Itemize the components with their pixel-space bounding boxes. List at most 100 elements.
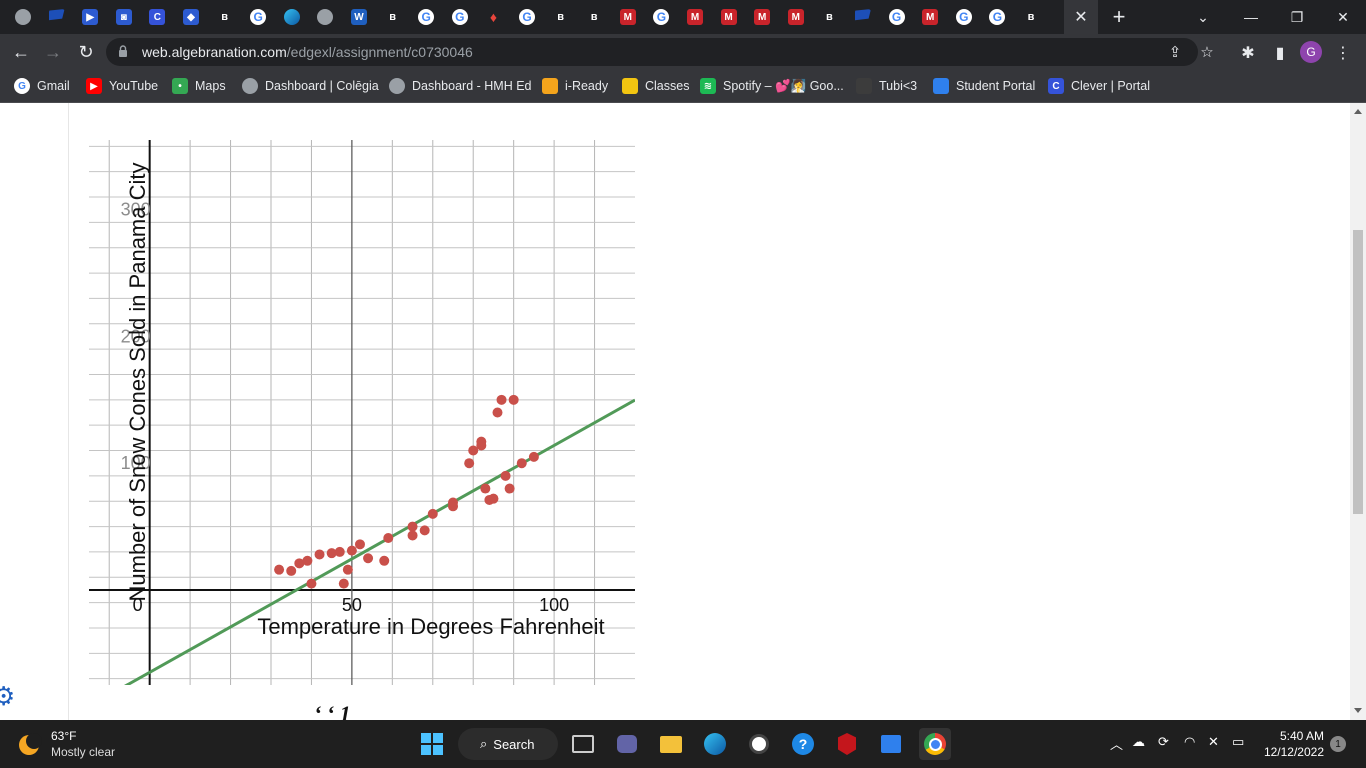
- browser-tab[interactable]: G: [516, 6, 538, 28]
- browser-tab[interactable]: G: [886, 6, 908, 28]
- data-point: [488, 493, 499, 504]
- bookmark-item[interactable]: Dashboard - HMH Ed: [389, 77, 532, 95]
- minimize-button[interactable]: —: [1228, 0, 1274, 34]
- browser-tab[interactable]: ◆: [180, 6, 202, 28]
- wifi-icon[interactable]: ◠: [1184, 734, 1195, 750]
- bookmark-item[interactable]: G Gmail: [14, 77, 70, 95]
- browser-tab[interactable]: W: [348, 6, 370, 28]
- bookmark-item[interactable]: ▶ YouTube: [86, 77, 158, 95]
- active-tab[interactable]: ✕: [1064, 0, 1098, 34]
- close-window-button[interactable]: ✕: [1320, 0, 1366, 34]
- help-icon[interactable]: ?: [787, 728, 819, 760]
- extensions-icon[interactable]: ✱: [1238, 43, 1258, 63]
- back-button[interactable]: ←: [8, 39, 34, 65]
- bookmark-item[interactable]: i-Ready: [542, 77, 608, 95]
- scroll-down-arrow-icon[interactable]: [1354, 708, 1362, 713]
- scrollbar-thumb[interactable]: [1353, 230, 1363, 514]
- browser-tab[interactable]: ◙: [113, 6, 135, 28]
- browser-tab[interactable]: M: [751, 6, 773, 28]
- bookmark-label: Tubi<3: [879, 79, 918, 93]
- bookmark-item[interactable]: ≋ Spotify – 💕🧖‍♀️ Goo...: [700, 77, 844, 95]
- close-tab-icon[interactable]: ✕: [1074, 7, 1087, 27]
- browser-tab[interactable]: M: [718, 6, 740, 28]
- gear-icon[interactable]: ⚙: [0, 683, 18, 709]
- chrome-taskbar-icon[interactable]: [919, 728, 951, 760]
- taskbar-search[interactable]: ⌕ Search: [458, 728, 558, 760]
- bookmark-star-icon[interactable]: ☆: [1198, 43, 1216, 61]
- restore-button[interactable]: ❐: [1274, 0, 1320, 34]
- teams-chat-icon[interactable]: [611, 728, 643, 760]
- browser-tab[interactable]: C: [146, 6, 168, 28]
- reload-button[interactable]: ↻: [73, 39, 99, 65]
- bookmark-item[interactable]: Classes: [622, 77, 689, 95]
- browser-tab[interactable]: [281, 6, 303, 28]
- bookmark-label: i-Ready: [565, 79, 609, 93]
- tray-overflow-icon[interactable]: ︿: [1110, 734, 1123, 753]
- browser-tab[interactable]: ʙ: [818, 6, 840, 28]
- browser-tab[interactable]: ♦: [482, 6, 504, 28]
- scroll-up-arrow-icon[interactable]: [1354, 109, 1362, 114]
- share-icon[interactable]: ⇪: [1166, 43, 1184, 61]
- browser-tab[interactable]: ʙ: [382, 6, 404, 28]
- data-point: [274, 564, 285, 575]
- google-icon: G: [14, 78, 30, 94]
- side-panel-icon[interactable]: ▮: [1270, 43, 1290, 63]
- menu-icon[interactable]: ⋮: [1333, 43, 1353, 63]
- data-point: [363, 553, 374, 564]
- browser-tab[interactable]: [314, 6, 336, 28]
- browser-tab[interactable]: ʙ: [583, 6, 605, 28]
- browser-tab[interactable]: ʙ: [1020, 6, 1042, 28]
- bookmark-item[interactable]: Student Portal: [933, 77, 1035, 95]
- browser-toolbar: ← → ↻ web.algebranation.com/edgexl/assig…: [0, 34, 1366, 70]
- battery-icon[interactable]: ▭: [1232, 734, 1244, 750]
- browser-tab[interactable]: M: [919, 6, 941, 28]
- tab-search-icon[interactable]: ⌄: [1180, 0, 1226, 34]
- start-button[interactable]: [416, 728, 448, 760]
- system-clock[interactable]: 5:40 AM 12/12/2022: [1262, 728, 1324, 760]
- task-view-icon[interactable]: [567, 728, 599, 760]
- browser-tab[interactable]: G: [449, 6, 471, 28]
- store-icon[interactable]: [875, 728, 907, 760]
- sync-icon[interactable]: ⟳: [1158, 734, 1169, 750]
- browser-tab[interactable]: [12, 6, 34, 28]
- edge-browser-icon[interactable]: [699, 728, 731, 760]
- browser-tab[interactable]: M: [684, 6, 706, 28]
- bookmark-item[interactable]: • Maps: [172, 77, 226, 95]
- forward-button[interactable]: →: [40, 39, 66, 65]
- globe-icon: [389, 78, 405, 94]
- bookmark-item[interactable]: Tubi<3: [856, 77, 917, 95]
- data-point: [419, 525, 430, 536]
- browser-tab[interactable]: G: [415, 6, 437, 28]
- page-scrollbar[interactable]: [1350, 103, 1366, 720]
- url-text[interactable]: web.algebranation.com/edgexl/assignment/…: [142, 44, 473, 60]
- bookmark-item[interactable]: C Clever | Portal: [1048, 77, 1150, 95]
- browser-tab[interactable]: [46, 6, 68, 28]
- onedrive-icon[interactable]: ☁: [1132, 734, 1145, 750]
- browser-tab[interactable]: M: [617, 6, 639, 28]
- browser-tab[interactable]: M: [785, 6, 807, 28]
- g-favicon-icon: G: [451, 9, 468, 25]
- lock-icon[interactable]: [118, 45, 128, 57]
- browser-tab[interactable]: ▶: [79, 6, 101, 28]
- browser-tab[interactable]: G: [650, 6, 672, 28]
- address-bar[interactable]: web.algebranation.com/edgexl/assignment/…: [106, 38, 1214, 66]
- notification-badge[interactable]: 1: [1330, 736, 1346, 752]
- profile-avatar[interactable]: G: [1300, 41, 1322, 63]
- browser-tab[interactable]: G: [247, 6, 269, 28]
- search-label: Search: [493, 736, 535, 752]
- c-favicon-icon: C: [149, 9, 166, 25]
- volume-muted-icon[interactable]: ✕: [1208, 734, 1219, 750]
- m-favicon-icon: M: [787, 9, 804, 25]
- browser-tab[interactable]: [852, 6, 874, 28]
- app-icon[interactable]: [743, 728, 775, 760]
- browser-tab[interactable]: ʙ: [550, 6, 572, 28]
- mcafee-icon[interactable]: [831, 728, 863, 760]
- browser-tab[interactable]: ʙ: [214, 6, 236, 28]
- bookmark-item[interactable]: Dashboard | Colēgia: [242, 77, 379, 95]
- file-explorer-icon[interactable]: [655, 728, 687, 760]
- browser-tab[interactable]: G: [986, 6, 1008, 28]
- data-point: [464, 458, 475, 469]
- new-tab-button[interactable]: +: [1108, 3, 1130, 31]
- browser-tab[interactable]: G: [953, 6, 975, 28]
- edge-favicon-icon: [283, 9, 300, 25]
